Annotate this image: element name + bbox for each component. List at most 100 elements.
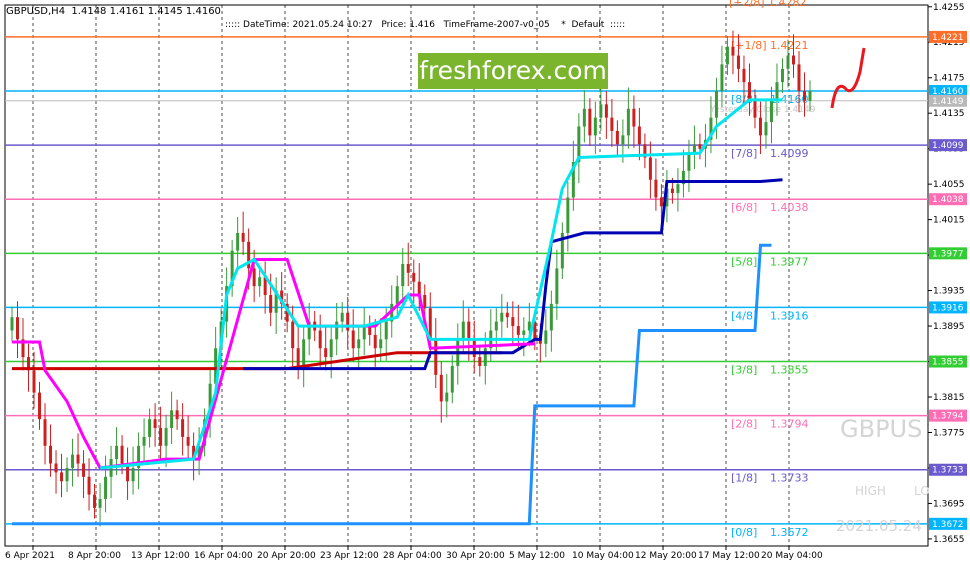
candle-body <box>170 410 174 429</box>
candle-body <box>687 153 691 171</box>
candle-body <box>329 339 333 358</box>
candle-body <box>654 179 658 198</box>
candle-body <box>544 330 548 344</box>
price-tag-text: 1.4038 <box>932 195 964 205</box>
murrey-level-value: 1.3672 <box>770 526 809 539</box>
candle-body <box>269 295 273 313</box>
candle-body <box>588 108 592 136</box>
murrey-level-label: [7/8] <box>731 147 757 160</box>
candle-body <box>32 370 36 393</box>
y-tick-label: 1.3815 <box>933 393 965 403</box>
current-price-tag-text: 1.4149 <box>932 97 964 107</box>
murrey-level-value: 1.4099 <box>770 147 809 160</box>
y-tick-label: 1.3895 <box>933 322 965 332</box>
candle-body <box>516 326 520 335</box>
x-tick-label: 17 May 12:00 <box>698 551 760 561</box>
candle-body <box>98 498 102 508</box>
candle-body <box>395 286 399 304</box>
y-tick-label: 1.3935 <box>933 287 965 297</box>
candle-body <box>181 419 185 437</box>
candle-body <box>764 122 768 136</box>
price-tag-text: 1.3855 <box>932 358 964 368</box>
candle-body <box>808 91 812 101</box>
candle-body <box>494 321 498 331</box>
watermark-date: 2021.05.24 <box>836 517 922 535</box>
murrey-level-label: [3/8] <box>731 364 757 377</box>
x-tick-label: 10 May 04:00 <box>572 551 634 561</box>
watermark-low: LO <box>914 484 930 498</box>
candle-body <box>417 281 421 296</box>
murrey-level-label: [2/8] <box>731 418 757 431</box>
candle-body <box>791 55 795 65</box>
candle-body <box>159 428 163 446</box>
murrey-level-label: [5/8] <box>731 255 757 268</box>
candle-body <box>335 321 339 340</box>
murrey-level-value: 1.3733 <box>770 472 809 485</box>
candle-body <box>236 232 240 251</box>
x-tick-label: 12 May 20:00 <box>635 551 697 561</box>
candle-body <box>71 454 75 468</box>
candle-body <box>725 46 729 65</box>
x-tick-label: 6 Apr 2021 <box>5 551 55 561</box>
candle-body <box>769 99 773 123</box>
candle-body <box>423 295 427 309</box>
candle-body <box>153 419 157 429</box>
price-tag-text: 1.3672 <box>932 520 964 530</box>
candle-body <box>511 317 515 327</box>
murrey-level-label: [6/8] <box>731 201 757 214</box>
candle-body <box>604 104 608 118</box>
candle-body <box>76 454 80 464</box>
candle-body <box>500 312 504 322</box>
candle-body <box>357 339 361 349</box>
candle-body <box>241 232 245 242</box>
candle-body <box>659 197 663 207</box>
candle-body <box>93 494 97 508</box>
x-tick-label: 30 Apr 20:00 <box>446 551 505 561</box>
candle-body <box>522 330 526 335</box>
candle-body <box>346 312 350 331</box>
candle-body <box>115 445 119 460</box>
candle-body <box>621 135 625 145</box>
candle-body <box>379 339 383 349</box>
candle-body <box>302 339 306 366</box>
watermark-symbol: GBPUS <box>840 415 923 443</box>
candle-body <box>252 268 256 287</box>
murrey-level-value: 1.3977 <box>770 255 809 268</box>
murrey-level-label: [4/8] <box>731 309 757 322</box>
candle-body <box>753 99 757 118</box>
candle-body <box>802 91 806 101</box>
candle-body <box>472 339 476 358</box>
y-tick-label: 1.4135 <box>933 109 965 119</box>
x-tick-label: 20 May 04:00 <box>761 551 823 561</box>
murrey-level-value: 1.3794 <box>770 418 809 431</box>
candle-body <box>780 68 784 83</box>
candle-body <box>373 334 377 349</box>
price-tag-text: 1.4099 <box>932 141 964 151</box>
candle-body <box>797 64 801 92</box>
price-tag-text: 1.3977 <box>932 249 964 259</box>
candle-body <box>291 321 295 349</box>
candle-body <box>384 321 388 340</box>
candle-body <box>626 108 630 136</box>
y-tick-label: 1.3655 <box>933 535 965 545</box>
x-tick-label: 8 Apr 20:00 <box>68 551 121 561</box>
candle-body <box>49 445 53 464</box>
candle-body <box>65 467 69 482</box>
candle-body <box>362 326 366 340</box>
candle-body <box>434 339 438 375</box>
candle-body <box>478 357 482 366</box>
y-tick-label: 1.3775 <box>933 428 965 438</box>
y-tick-label: 1.3695 <box>933 499 965 509</box>
murrey-level-value: 1.4221 <box>770 39 809 52</box>
candle-body <box>296 348 300 366</box>
candle-body <box>720 64 724 92</box>
candle-body <box>461 321 465 340</box>
candle-body <box>445 392 449 402</box>
candle-body <box>87 476 91 495</box>
candle-body <box>582 108 586 127</box>
candle-body <box>10 317 14 331</box>
x-tick-label: 13 Apr 12:00 <box>131 551 190 561</box>
price-tag-text: 1.3794 <box>932 412 964 422</box>
candle-body <box>82 463 86 477</box>
candle-body <box>16 317 20 340</box>
